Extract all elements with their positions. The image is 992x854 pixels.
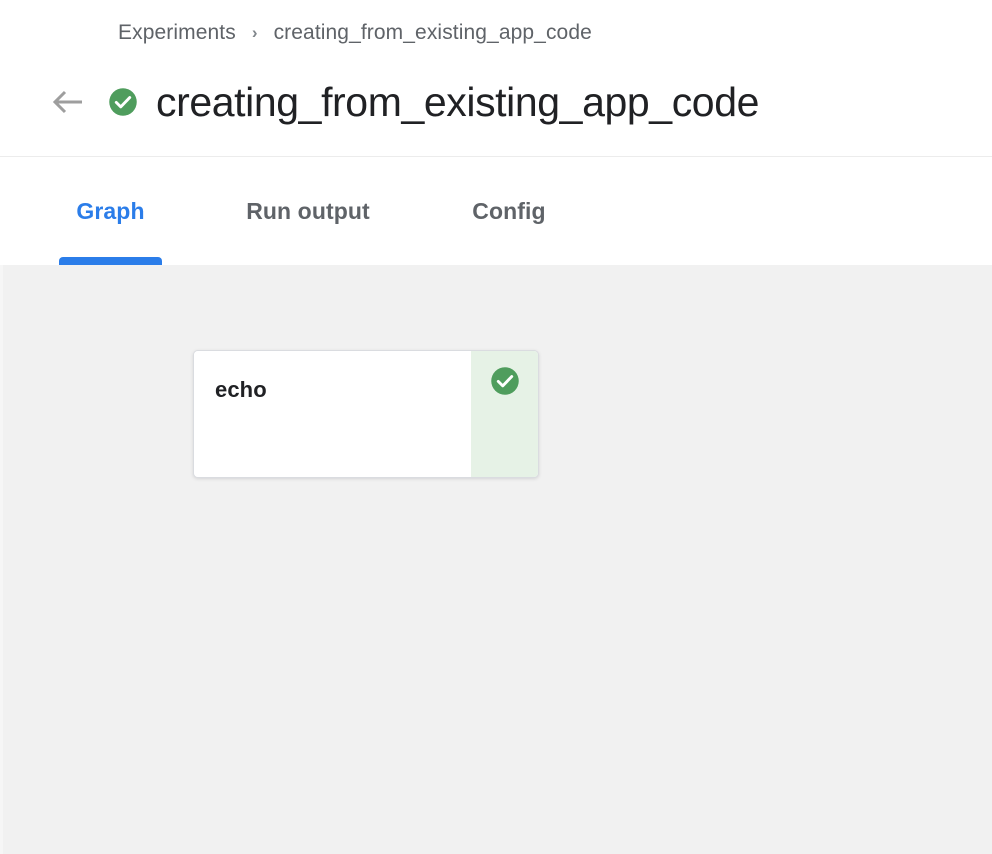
graph-node-body: echo — [194, 351, 471, 477]
page-header: Experiments › creating_from_existing_app… — [0, 0, 992, 157]
canvas-left-edge — [0, 265, 3, 854]
breadcrumb: Experiments › creating_from_existing_app… — [118, 18, 592, 48]
graph-node-echo[interactable]: echo — [193, 350, 539, 478]
breadcrumb-item-experiments[interactable]: Experiments — [118, 18, 236, 48]
graph-node-status — [471, 351, 538, 477]
page-title: creating_from_existing_app_code — [156, 79, 760, 125]
check-circle-icon — [109, 88, 137, 116]
tab-config-label: Config — [472, 197, 546, 224]
app-page: Experiments › creating_from_existing_app… — [0, 0, 992, 854]
graph-node-label: echo — [215, 377, 267, 402]
graph-canvas[interactable]: echo — [0, 265, 992, 854]
tab-run-output-label: Run output — [246, 197, 370, 224]
check-circle-icon — [490, 367, 519, 395]
arrow-left-icon — [51, 87, 85, 117]
breadcrumb-item-current[interactable]: creating_from_existing_app_code — [274, 18, 592, 48]
tab-bar: Graph Run output Config — [0, 157, 992, 265]
title-row: creating_from_existing_app_code — [0, 70, 759, 134]
tab-run-output[interactable]: Run output — [232, 157, 384, 265]
tab-active-indicator — [59, 257, 162, 265]
tab-config[interactable]: Config — [464, 157, 554, 265]
back-button[interactable] — [40, 74, 96, 130]
chevron-right-icon: › — [251, 23, 258, 42]
tab-graph[interactable]: Graph — [59, 157, 162, 265]
tab-graph-label: Graph — [76, 197, 145, 224]
